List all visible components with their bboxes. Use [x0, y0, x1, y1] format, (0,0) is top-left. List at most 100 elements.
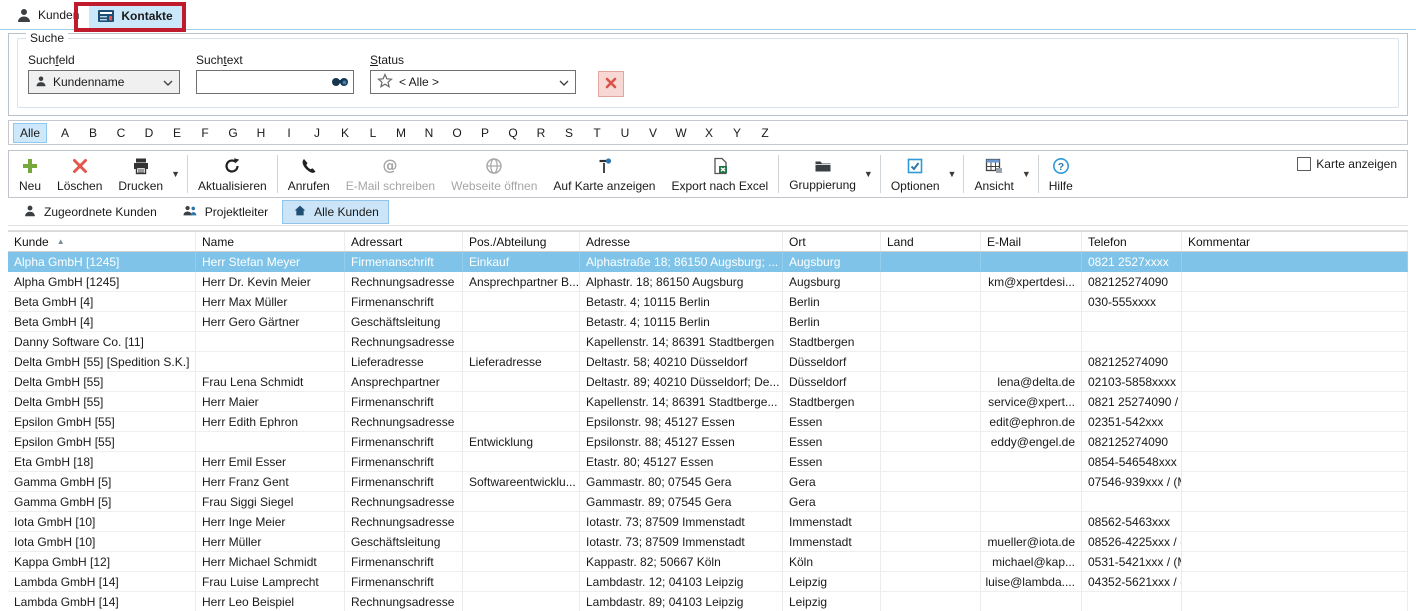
- alpha-filter-u[interactable]: U: [611, 124, 639, 142]
- column-header-name[interactable]: Name: [196, 232, 345, 251]
- table-row[interactable]: Beta GmbH [4]Herr Max MüllerFirmenanschr…: [8, 292, 1408, 312]
- alpha-filter-n[interactable]: N: [415, 124, 443, 142]
- cell-adressart: Firmenanschrift: [345, 452, 463, 471]
- alpha-filter-s[interactable]: S: [555, 124, 583, 142]
- aktualisieren-button[interactable]: Aktualisieren: [190, 151, 275, 197]
- alpha-filter-p[interactable]: P: [471, 124, 499, 142]
- table-row[interactable]: Delta GmbH [55] [Spedition S.K.]Lieferad…: [8, 352, 1408, 372]
- export-nach-excel-button[interactable]: Export nach Excel: [663, 151, 776, 197]
- clear-search-button[interactable]: [598, 71, 624, 97]
- auf-karte-anzeigen-button[interactable]: Auf Karte anzeigen: [545, 151, 663, 197]
- alpha-filter-j[interactable]: J: [303, 124, 331, 142]
- alpha-filter-c[interactable]: C: [107, 124, 135, 142]
- alpha-filter-y[interactable]: Y: [723, 124, 751, 142]
- ansicht-button-dropdown[interactable]: ▼: [1022, 151, 1036, 197]
- alpha-filter-e[interactable]: E: [163, 124, 191, 142]
- alpha-filter-f[interactable]: F: [191, 124, 219, 142]
- table-row[interactable]: Alpha GmbH [1245]Herr Dr. Kevin MeierRec…: [8, 272, 1408, 292]
- options-icon: [906, 157, 924, 178]
- ansicht-button[interactable]: Ansicht: [966, 151, 1021, 197]
- alpha-filter-o[interactable]: O: [443, 124, 471, 142]
- cell-name: Herr Stefan Meyer: [196, 252, 345, 271]
- tab-kontakte[interactable]: Kontakte: [89, 4, 182, 29]
- cell-telefon: 02103-5858xxxx: [1082, 372, 1182, 391]
- optionen-button[interactable]: Optionen: [883, 151, 948, 197]
- loeschen-button[interactable]: Löschen: [49, 151, 110, 197]
- alpha-filter-q[interactable]: Q: [499, 124, 527, 142]
- gruppierung-button-dropdown[interactable]: ▼: [864, 151, 878, 197]
- cell-pos-abteilung: [463, 452, 580, 471]
- column-header-ort[interactable]: Ort: [783, 232, 881, 251]
- column-header-telefon[interactable]: Telefon: [1082, 232, 1182, 251]
- cell-name: Herr Gero Gärtner: [196, 312, 345, 331]
- table-row[interactable]: Eta GmbH [18]Herr Emil EsserFirmenanschr…: [8, 452, 1408, 472]
- table-row[interactable]: Lambda GmbH [14]Frau Luise LamprechtFirm…: [8, 572, 1408, 592]
- cell-adressart: Firmenanschrift: [345, 432, 463, 451]
- cell-kunde: Alpha GmbH [1245]: [8, 252, 196, 271]
- neu-button[interactable]: Neu: [11, 151, 49, 197]
- alpha-filter-x[interactable]: X: [695, 124, 723, 142]
- table-row[interactable]: Gamma GmbH [5]Frau Siggi SiegelRechnungs…: [8, 492, 1408, 512]
- table-row[interactable]: Lambda GmbH [14]Herr Leo BeispielRechnun…: [8, 592, 1408, 611]
- alpha-filter-t[interactable]: T: [583, 124, 611, 142]
- ansicht-button-label: Ansicht: [974, 180, 1013, 192]
- column-header-e-mail[interactable]: E-Mail: [981, 232, 1082, 251]
- binoculars-icon[interactable]: [331, 75, 349, 90]
- column-header-adressart[interactable]: Adressart: [345, 232, 463, 251]
- alpha-filter-h[interactable]: H: [247, 124, 275, 142]
- chevron-down-icon: [559, 75, 569, 89]
- cell-ort: Essen: [783, 452, 881, 471]
- alpha-filter-b[interactable]: B: [79, 124, 107, 142]
- alpha-filter-g[interactable]: G: [219, 124, 247, 142]
- table-row[interactable]: Epsilon GmbH [55]Herr Edith EphronRechnu…: [8, 412, 1408, 432]
- column-header-kunde[interactable]: Kunde▲: [8, 232, 196, 251]
- drucken-button[interactable]: Drucken: [110, 151, 171, 197]
- table-row[interactable]: Iota GmbH [10]Herr MüllerGeschäftsleitun…: [8, 532, 1408, 552]
- email-schreiben-button-label: E-Mail schreiben: [346, 180, 435, 192]
- tab-kunden[interactable]: Kunden: [8, 2, 89, 29]
- anrufen-button[interactable]: Anrufen: [280, 151, 338, 197]
- cell-name: Herr Max Müller: [196, 292, 345, 311]
- table-row[interactable]: Danny Software Co. [11]RechnungsadresseK…: [8, 332, 1408, 352]
- suchtext-input[interactable]: [201, 75, 331, 89]
- table-row[interactable]: Kappa GmbH [12]Herr Michael SchmidtFirme…: [8, 552, 1408, 572]
- table-row[interactable]: Iota GmbH [10]Herr Inge MeierRechnungsad…: [8, 512, 1408, 532]
- alpha-filter-alle[interactable]: Alle: [13, 123, 47, 143]
- column-header-pos-abteilung[interactable]: Pos./Abteilung: [463, 232, 580, 251]
- column-header-adresse[interactable]: Adresse: [580, 232, 783, 251]
- cell-name: [196, 352, 345, 371]
- subtab-alle-kunden[interactable]: Alle Kunden: [282, 200, 389, 224]
- cell-ort: Immenstadt: [783, 532, 881, 551]
- optionen-button-dropdown[interactable]: ▼: [948, 151, 962, 197]
- karte-anzeigen-checkbox[interactable]: Karte anzeigen: [1297, 157, 1397, 171]
- alpha-filter-z[interactable]: Z: [751, 124, 779, 142]
- alpha-filter-w[interactable]: W: [667, 124, 695, 142]
- alpha-filter-m[interactable]: M: [387, 124, 415, 142]
- contact-card-icon: [97, 9, 115, 23]
- cell-pos-abteilung: [463, 512, 580, 531]
- table-row[interactable]: Gamma GmbH [5]Herr Franz GentFirmenansch…: [8, 472, 1408, 492]
- table-row[interactable]: Delta GmbH [55]Herr MaierFirmenanschrift…: [8, 392, 1408, 412]
- alpha-filter-i[interactable]: I: [275, 124, 303, 142]
- status-combobox[interactable]: < Alle >: [370, 70, 576, 94]
- gruppierung-button[interactable]: Gruppierung: [781, 151, 864, 197]
- alpha-filter-a[interactable]: A: [51, 124, 79, 142]
- subtab-zugeordnete-kunden[interactable]: Zugeordnete Kunden: [12, 200, 167, 224]
- alpha-filter-d[interactable]: D: [135, 124, 163, 142]
- hilfe-button[interactable]: ?Hilfe: [1041, 151, 1081, 197]
- alpha-filter-r[interactable]: R: [527, 124, 555, 142]
- table-row[interactable]: Delta GmbH [55]Frau Lena SchmidtAnsprech…: [8, 372, 1408, 392]
- alpha-filter-v[interactable]: V: [639, 124, 667, 142]
- table-row[interactable]: Alpha GmbH [1245]Herr Stefan MeyerFirmen…: [8, 252, 1408, 272]
- alpha-filter-k[interactable]: K: [331, 124, 359, 142]
- alpha-filter-l[interactable]: L: [359, 124, 387, 142]
- drucken-button-dropdown[interactable]: ▼: [171, 151, 185, 197]
- cell-kunde: Gamma GmbH [5]: [8, 492, 196, 511]
- table-row[interactable]: Beta GmbH [4]Herr Gero GärtnerGeschäftsl…: [8, 312, 1408, 332]
- column-header-kommentar[interactable]: Kommentar: [1182, 232, 1408, 251]
- subtab-projektleiter[interactable]: Projektleiter: [171, 200, 278, 224]
- table-row[interactable]: Epsilon GmbH [55]FirmenanschriftEntwickl…: [8, 432, 1408, 452]
- column-header-land[interactable]: Land: [881, 232, 981, 251]
- cell-adresse: Kapellenstr. 14; 86391 Stadtberge...: [580, 392, 783, 411]
- suchfeld-combobox[interactable]: Kundenname: [28, 70, 180, 94]
